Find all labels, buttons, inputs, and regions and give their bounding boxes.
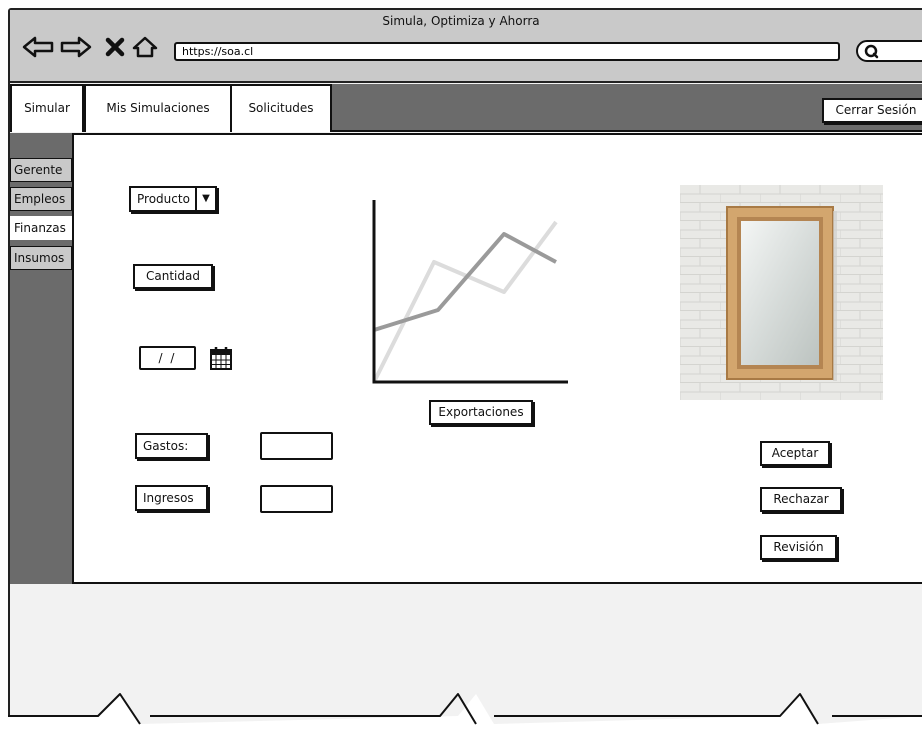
sidebar-item-finanzas[interactable]: Finanzas <box>10 216 72 240</box>
close-icon[interactable] <box>104 36 126 58</box>
arrow-right-icon[interactable] <box>60 36 92 58</box>
line-chart <box>372 200 568 384</box>
calendar-icon[interactable] <box>209 345 233 371</box>
url-input[interactable] <box>174 42 840 61</box>
accept-button[interactable]: Aceptar <box>760 441 830 466</box>
torn-edge <box>8 693 922 731</box>
search-field[interactable] <box>856 40 922 62</box>
window-title: Simula, Optimiza y Ahorra <box>382 14 540 28</box>
sidebar-item-gerente[interactable]: Gerente <box>10 158 72 182</box>
home-icon[interactable] <box>132 36 158 58</box>
sidebar-item-insumos[interactable]: Insumos <box>10 246 72 270</box>
sidebar-item-empleos[interactable]: Empleos <box>10 187 72 211</box>
tab-simular[interactable]: Simular <box>10 84 84 132</box>
income-label: Ingresos <box>135 485 208 511</box>
tab-solicitudes[interactable]: Solicitudes <box>230 84 332 132</box>
tab-mis-simulaciones[interactable]: Mis Simulaciones <box>84 84 232 132</box>
search-icon <box>864 44 879 59</box>
quantity-button[interactable]: Cantidad <box>133 264 213 289</box>
product-select-label: Producto <box>137 192 190 206</box>
income-field[interactable] <box>260 485 333 513</box>
expenses-label: Gastos: <box>135 433 208 459</box>
review-button[interactable]: Revisión <box>760 535 837 560</box>
product-select[interactable]: Producto ▼ <box>129 186 217 212</box>
logout-button[interactable]: Cerrar Sesión <box>822 98 922 123</box>
chart-series-dark <box>373 232 557 332</box>
mirror-image <box>680 185 883 400</box>
chevron-down-icon: ▼ <box>195 188 215 210</box>
chart-axes <box>372 200 568 384</box>
expenses-field[interactable] <box>260 432 333 460</box>
date-input[interactable]: / / <box>139 346 196 370</box>
reject-button[interactable]: Rechazar <box>760 487 842 512</box>
exportaciones-button[interactable]: Exportaciones <box>429 400 533 425</box>
arrow-left-icon[interactable] <box>22 36 54 58</box>
